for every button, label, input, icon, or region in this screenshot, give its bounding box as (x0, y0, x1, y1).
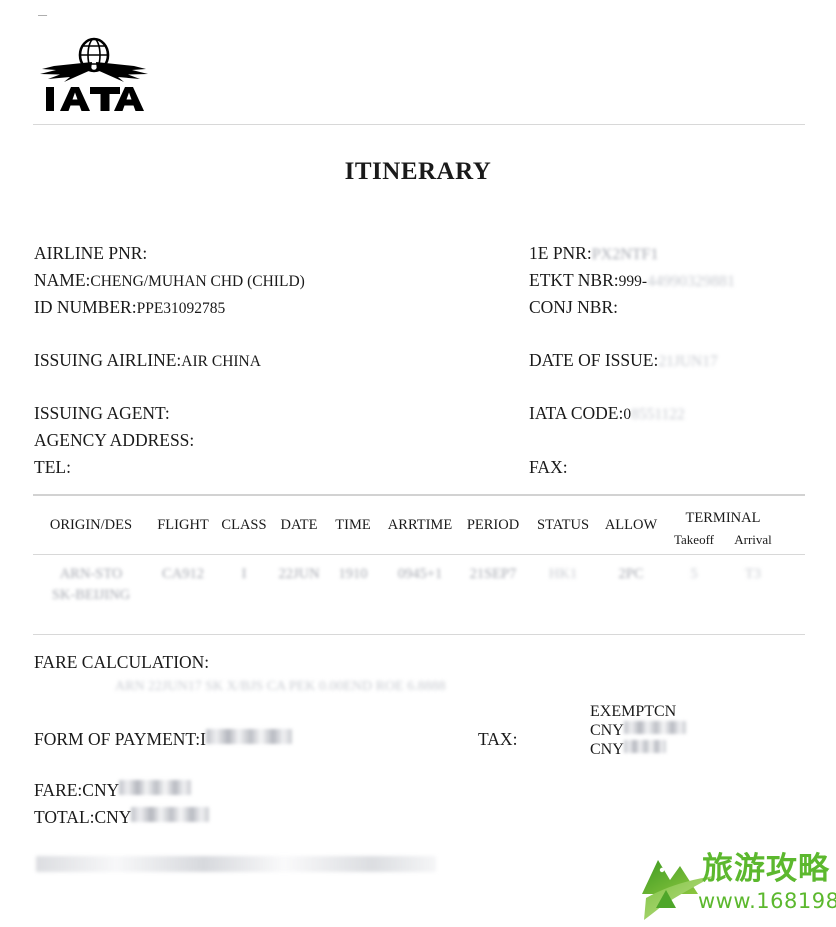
conj-nbr-label: CONJ NBR: (529, 297, 618, 317)
iata-code-value-redacted: 8551122 (631, 406, 685, 423)
watermark-url: www.1681989.cn (698, 889, 836, 913)
issuing-agent-label: ISSUING AGENT: (34, 403, 170, 423)
date-of-issue-row: DATE OF ISSUE:21JUN17 (529, 350, 718, 372)
footer-note: NOTICE: CARRIAGE IS SUBJECT TO CONDITION… (36, 856, 436, 888)
column-header-arrtime: ARRTIME (387, 517, 453, 533)
tax-line-cny-2: CNY90.00 (590, 740, 686, 759)
footer-note-redacted: NOTICE: CARRIAGE IS SUBJECT TO CONDITION… (36, 856, 436, 872)
table-top-divider (33, 494, 805, 496)
site-watermark: 旅游攻略 www.1681989.cn (640, 846, 836, 924)
fare-calculation-value-redacted: ARN 22JUN17 SK X/BJS CA PEK 0.00END ROE … (115, 679, 446, 694)
cell-date: 22JUN (278, 566, 320, 582)
cell-arrtime: 0945+1 (397, 566, 443, 582)
passenger-name-row: NAME:CHENG/MUHAN CHD (CHILD) (34, 270, 305, 292)
issuing-airline-label: ISSUING AIRLINE: (34, 350, 182, 370)
fax-row: FAX: (529, 457, 568, 478)
header-divider (33, 124, 805, 125)
fare-row: FARE:CNY2880.00 (34, 780, 192, 801)
pnr-1e-label: 1E PNR: (529, 243, 592, 263)
column-header-terminal-arrival: Arrival (734, 532, 772, 547)
fare-label: FARE:CNY (34, 780, 120, 800)
issuing-agent-row: ISSUING AGENT: (34, 403, 170, 424)
column-header-allow: ALLOW (604, 517, 658, 533)
conj-nbr-row: CONJ NBR: (529, 297, 618, 318)
column-header-date: DATE (280, 517, 318, 533)
column-header-terminal-takeoff: Takeoff (674, 532, 714, 547)
fare-calculation-label: FARE CALCULATION: (34, 652, 210, 672)
top-stray-mark: — (38, 12, 48, 19)
iata-logo (34, 36, 154, 114)
tax-line-cny-2-value-redacted: 90.00 (623, 740, 666, 753)
cell-class: I (241, 566, 247, 582)
cell-status: HK1 (548, 566, 578, 582)
tax-line-cny-1-value-redacted: 1200.00 (623, 721, 686, 734)
issuing-airline-value: AIR CHINA (181, 353, 261, 370)
column-header-class: CLASS (221, 517, 267, 533)
cell-origin-des-line2: SK-BEIJING (51, 587, 131, 603)
tel-label: TEL: (34, 457, 71, 477)
cell-origin-des-line1: ARN-STO (59, 566, 123, 582)
form-of-payment-row: FORM OF PAYMENT:INVOICE (34, 729, 292, 750)
tax-row: TAX: (478, 729, 517, 750)
column-header-period: PERIOD (466, 517, 520, 533)
cell-terminal-takeoff: 5 (690, 566, 698, 582)
fax-label: FAX: (529, 457, 568, 477)
id-number-row: ID NUMBER:PPE31092785 (34, 297, 225, 319)
column-header-terminal: TERMINAL (685, 510, 761, 526)
agency-address-row: AGENCY ADDRESS: (34, 430, 194, 451)
tax-label: TAX: (478, 729, 518, 749)
total-row: TOTAL:CNY3970.00 (34, 807, 210, 828)
column-header-origin-des: ORIGIN/DES (49, 517, 133, 533)
column-header-flight: FLIGHT (157, 517, 209, 533)
cell-allow: 2PC (618, 566, 644, 582)
pnr-1e-value-redacted: PX2NTF1 (591, 246, 659, 263)
iata-code-label: IATA CODE: (529, 403, 624, 423)
iata-code-row: IATA CODE:08551122 (529, 403, 685, 425)
pnr-1e-row: 1E PNR:PX2NTF1 (529, 243, 658, 265)
tax-line-exempt: EXEMPTCN (590, 703, 677, 720)
form-of-payment-value-redacted: NVOICE (205, 729, 292, 744)
fare-calculation-value: ARN 22JUN17 SK X/BJS CA PEK 0.00END ROE … (115, 679, 446, 695)
tel-row: TEL: (34, 457, 71, 478)
etkt-nbr-label: ETKT NBR: (529, 270, 619, 290)
form-of-payment-label: FORM OF PAYMENT: (34, 729, 201, 749)
total-label: TOTAL:CNY (34, 807, 132, 827)
id-number-label: ID NUMBER: (34, 297, 137, 317)
total-value-redacted: 3970.00 (131, 807, 210, 822)
table-row: ARN-STO SK-BEIJING CA912 I 22JUN 1910 09… (33, 554, 805, 606)
cell-period: 21SEP7 (469, 566, 517, 582)
etkt-nbr-value-redacted: 44990329881 (647, 273, 736, 290)
airline-pnr-label: AIRLINE PNR: (34, 243, 148, 263)
agency-address-label: AGENCY ADDRESS: (34, 430, 195, 450)
airline-pnr-row: AIRLINE PNR: (34, 243, 147, 264)
fare-calculation-row: FARE CALCULATION: (34, 652, 209, 673)
tax-line-cny-1: CNY1200.00 (590, 721, 686, 740)
fare-value-redacted: 2880.00 (119, 780, 192, 795)
table-header-row: ORIGIN/DES FLIGHT CLASS DATE TIME ARRTIM… (33, 506, 805, 554)
column-header-time: TIME (335, 517, 371, 533)
id-number-value: PPE31092785 (136, 300, 226, 317)
page-title: ITINERARY (344, 158, 492, 185)
issuing-airline-row: ISSUING AIRLINE:AIR CHINA (34, 350, 261, 372)
tax-values-block: EXEMPTCN CNY1200.00 CNY90.00 (590, 702, 686, 759)
iata-code-prefix: 0 (623, 406, 632, 423)
cell-time: 1910 (338, 566, 368, 582)
passenger-name-value: CHENG/MUHAN CHD (CHILD) (90, 273, 305, 290)
itinerary-document: — ITINERARY AIRLINE PNR: 1E PNR:PX2NTF1 … (0, 0, 836, 923)
watermark-title: 旅游攻略 (702, 851, 830, 887)
column-header-status: STATUS (536, 517, 590, 533)
etkt-nbr-prefix: 999- (618, 273, 648, 290)
date-of-issue-label: DATE OF ISSUE: (529, 350, 659, 370)
cell-flight: CA912 (162, 566, 204, 582)
itinerary-table: ORIGIN/DES FLIGHT CLASS DATE TIME ARRTIM… (33, 506, 805, 606)
cell-terminal-arrival: T3 (744, 566, 762, 582)
table-bottom-divider (33, 634, 805, 635)
passenger-name-label: NAME: (34, 270, 91, 290)
date-of-issue-value-redacted: 21JUN17 (658, 353, 718, 370)
etkt-nbr-row: ETKT NBR:999-44990329881 (529, 270, 735, 292)
